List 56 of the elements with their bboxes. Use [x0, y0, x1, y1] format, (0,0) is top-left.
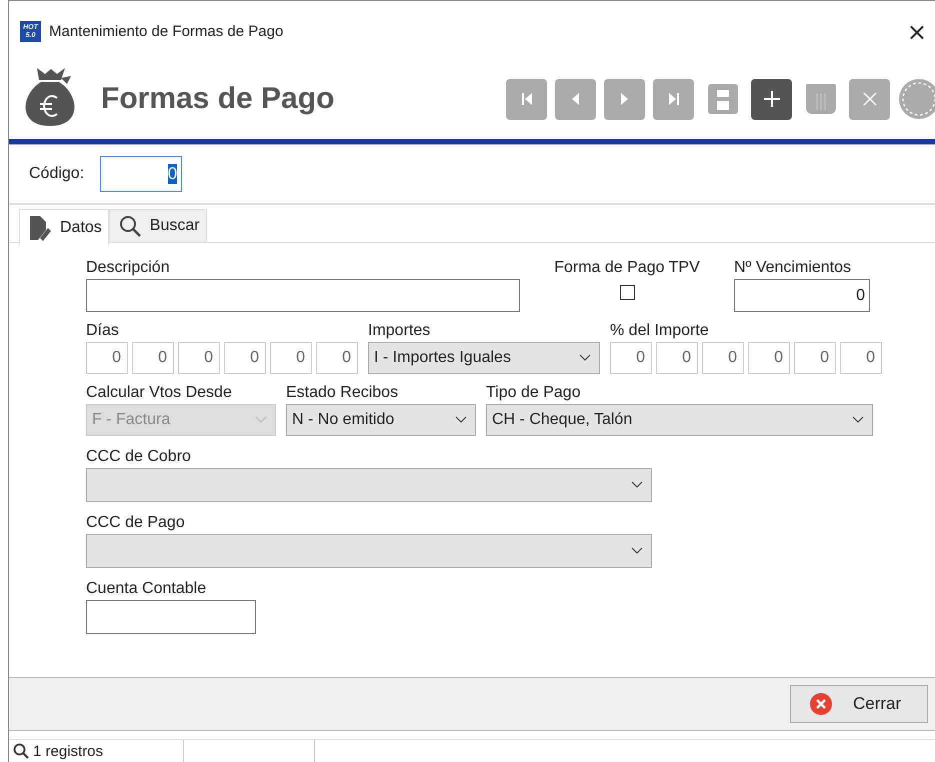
ccc-cobro-label: CCC de Cobro [86, 448, 192, 466]
tab[interactable]: Datos [19, 209, 109, 245]
status-text: 1 registros [33, 742, 104, 760]
descripcion-field[interactable] [86, 279, 520, 312]
codigo-field[interactable]: 0 [100, 156, 182, 192]
tpv-checkbox[interactable] [620, 285, 634, 300]
porcentaje-field[interactable]: 0 [840, 342, 882, 374]
porcentaje-field[interactable]: 0 [610, 342, 652, 374]
porcentaje-field[interactable]: 0 [702, 342, 744, 374]
estado-dropdown[interactable]: N - No emitido [286, 404, 476, 436]
caret-icon [455, 416, 467, 424]
search-icon [13, 743, 29, 759]
vencimientos-label: Nº Vencimientos [734, 259, 852, 277]
caret-icon [631, 481, 643, 489]
codigo-label: Código: [29, 165, 84, 183]
ccc-cobro-dropdown[interactable] [86, 468, 652, 502]
porcentaje-field[interactable]: 0 [794, 342, 836, 374]
descripcion-label: Descripción [86, 259, 171, 277]
tpv-label: Forma de Pago TPV [554, 259, 700, 277]
dias-field[interactable]: 0 [270, 342, 312, 374]
dias-field[interactable]: 0 [178, 342, 220, 374]
add-button[interactable] [751, 78, 792, 120]
close-button[interactable]: Cerrar [790, 685, 928, 723]
caret-icon [579, 354, 591, 362]
dias-field[interactable]: 0 [86, 342, 128, 374]
caret-icon [852, 416, 864, 424]
dias-field[interactable]: 0 [316, 342, 358, 374]
ccc-pago-label: CCC de Pago [86, 514, 186, 532]
document-pen-icon [28, 214, 52, 242]
porcentaje-label: % del Importe [610, 322, 710, 340]
caret-icon [631, 547, 643, 555]
close-button[interactable]: × [906, 18, 935, 46]
importes-dropdown[interactable]: I - Importes Iguales [368, 342, 600, 374]
window-title: Mantenimiento de Formas de Pago [49, 23, 284, 40]
cuenta-label: Cuenta Contable [86, 580, 208, 598]
caret-icon [255, 416, 267, 424]
close-icon [809, 692, 833, 716]
search-icon [118, 214, 142, 238]
vencimientos-field[interactable]: 0 [734, 279, 870, 312]
porcentaje-field[interactable]: 0 [656, 342, 698, 374]
header-title: Formas de Pago [101, 82, 336, 116]
calcular-label: Calcular Vtos Desde [86, 384, 233, 402]
dias-field[interactable]: 0 [132, 342, 174, 374]
dias-field[interactable]: 0 [224, 342, 266, 374]
trash-icon [806, 84, 836, 114]
tab[interactable]: Buscar [108, 209, 207, 242]
estado-label: Estado Recibos [286, 384, 400, 402]
previous-icon [572, 93, 579, 105]
porcentaje-field[interactable]: 0 [748, 342, 790, 374]
cuenta-field[interactable] [86, 600, 256, 634]
ccc-pago-dropdown[interactable] [86, 534, 652, 568]
tipo-label: Tipo de Pago [486, 384, 582, 402]
dias-label: Días [86, 322, 120, 340]
importes-label: Importes [368, 322, 432, 340]
next-icon [621, 93, 628, 105]
tipo-dropdown[interactable]: CH - Cheque, Talón [486, 404, 873, 436]
